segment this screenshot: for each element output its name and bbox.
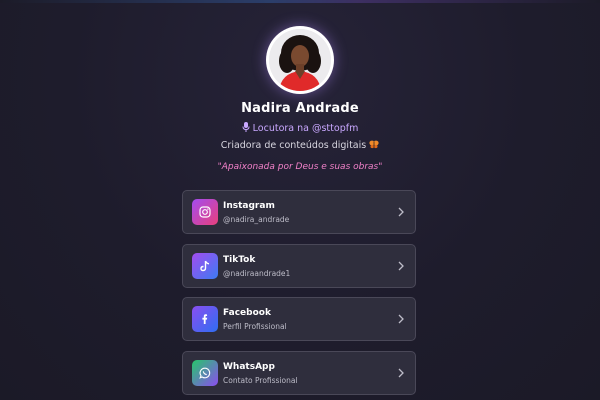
chevron-right-icon	[398, 207, 404, 217]
link-subtitle: @nadira_andrade	[223, 215, 290, 224]
profile-name: Nadira Andrade	[241, 101, 359, 116]
top-accent-line	[0, 0, 600, 3]
link-card-whatsapp[interactable]: WhatsApp Contato Profissional	[182, 351, 416, 395]
profile-role: Locutora na @sttopfm	[0, 122, 600, 135]
butterfly-icon	[369, 140, 379, 152]
tiktok-icon	[192, 253, 218, 279]
link-subtitle: Perfil Profissional	[223, 322, 287, 331]
link-subtitle: Contato Profissional	[223, 376, 298, 385]
avatar	[266, 26, 334, 94]
role-text: Locutora na @sttopfm	[252, 123, 359, 134]
instagram-icon	[192, 199, 218, 225]
link-title: Instagram	[223, 201, 275, 211]
facebook-icon	[192, 306, 218, 332]
whatsapp-icon	[192, 360, 218, 386]
link-title: WhatsApp	[223, 362, 275, 372]
link-title: Facebook	[223, 308, 271, 318]
link-subtitle: @nadiraandrade1	[223, 269, 291, 278]
chevron-right-icon	[398, 314, 404, 324]
profile-description: Criadora de conteúdos digitais	[0, 140, 600, 152]
link-card-facebook[interactable]: Facebook Perfil Profissional	[182, 297, 416, 341]
microphone-icon	[242, 122, 250, 135]
description-text: Criadora de conteúdos digitais	[220, 140, 367, 151]
profile-quote: "Apaixonada por Deus e suas obras"	[217, 162, 383, 172]
link-title: TikTok	[223, 255, 256, 265]
link-card-instagram[interactable]: Instagram @nadira_andrade	[182, 190, 416, 234]
link-card-tiktok[interactable]: TikTok @nadiraandrade1	[182, 244, 416, 288]
avatar-photo	[269, 29, 331, 91]
chevron-right-icon	[398, 368, 404, 378]
chevron-right-icon	[398, 261, 404, 271]
